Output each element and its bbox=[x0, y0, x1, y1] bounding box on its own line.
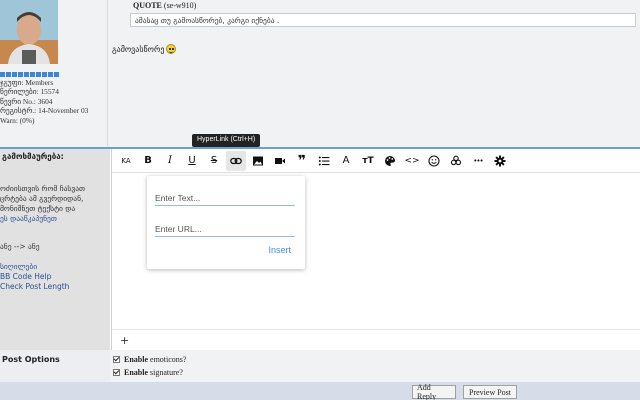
insert-link-button[interactable]: Insert bbox=[268, 245, 291, 255]
link-text-input[interactable] bbox=[155, 190, 295, 206]
help-line-link[interactable]: ეს დააწკაპუნეთ bbox=[0, 214, 108, 224]
editor-toolbar: KA B I U S ❞ A тT <> ••• bbox=[112, 149, 640, 173]
hyperlink-button[interactable] bbox=[226, 150, 246, 171]
preview-post-button[interactable]: Preview Post bbox=[463, 385, 517, 399]
video-button[interactable] bbox=[270, 151, 290, 171]
palette-icon bbox=[385, 155, 395, 166]
quote-author: (se-w910) bbox=[163, 1, 197, 10]
post-options-label: Post Options bbox=[2, 355, 60, 364]
emoticons-bold-label: Enable bbox=[124, 355, 149, 364]
user-member-no: წევრი No.: 3604 bbox=[0, 96, 53, 106]
add-attachment-button[interactable]: + bbox=[120, 334, 129, 347]
smilies-link[interactable]: სიღილები bbox=[0, 262, 108, 272]
color-button[interactable] bbox=[380, 151, 400, 171]
help-line-arrow: ანე --> ანე bbox=[0, 242, 40, 251]
check-post-length-link[interactable]: Check Post Length bbox=[0, 282, 108, 292]
spoiler-button[interactable] bbox=[446, 151, 466, 171]
image-button[interactable] bbox=[248, 151, 268, 171]
rank-stars bbox=[0, 72, 106, 77]
quote-label: QUOTE bbox=[133, 1, 162, 10]
post-options-panel: Enable emoticons? Enable signature? bbox=[110, 350, 640, 382]
add-reply-button[interactable]: Add Reply bbox=[412, 383, 456, 400]
signature-bold-label: Enable bbox=[124, 368, 149, 377]
bold-button[interactable]: B bbox=[138, 151, 158, 171]
user-posts: წერილები: 15574 bbox=[0, 87, 59, 97]
more-button[interactable]: ••• bbox=[468, 151, 488, 171]
form-sidebar: გამოხმაურება: ოძიისთვის რომ ჩასვათ ცრტებ… bbox=[0, 149, 110, 350]
emoji-icon bbox=[428, 154, 440, 167]
quote-box: ამასაც თუ გამოასწორებ, კარგი იქნება . bbox=[130, 13, 636, 27]
text-size-button[interactable]: тT bbox=[358, 151, 378, 171]
code-button[interactable]: <> bbox=[402, 151, 422, 171]
font-size-button[interactable]: KA bbox=[116, 151, 136, 171]
post-options-label-cell: Post Options bbox=[0, 350, 110, 382]
help-line: მონიშნეთ ტექსტი და bbox=[0, 204, 76, 213]
avatar bbox=[0, 0, 58, 64]
user-joined: რეგისტრ.: 14-November 03 bbox=[0, 106, 89, 116]
form-actions-bar bbox=[0, 382, 640, 400]
image-icon bbox=[253, 156, 263, 165]
link-icon bbox=[230, 157, 242, 164]
post-text: გამოვასწორე bbox=[112, 44, 177, 54]
bbcode-help-link[interactable]: BB Code Help bbox=[0, 272, 108, 282]
biohazard-icon bbox=[450, 155, 462, 165]
strikethrough-button[interactable]: S bbox=[204, 151, 224, 171]
emoticons-label: emoticons? bbox=[150, 355, 187, 364]
signature-label: signature? bbox=[150, 368, 183, 377]
enable-emoticons-checkbox[interactable] bbox=[113, 356, 120, 363]
insert-link-popup: Insert bbox=[147, 176, 305, 269]
quote-button[interactable]: ❞ bbox=[292, 151, 312, 171]
gear-icon bbox=[494, 155, 506, 166]
message-label: გამოხმაურება: bbox=[2, 152, 64, 161]
enable-emoticons-option[interactable]: Enable emoticons? bbox=[113, 355, 186, 364]
help-line: ოძიისთვის რომ ჩასვათ bbox=[0, 184, 86, 193]
emoji-button[interactable] bbox=[424, 151, 444, 171]
link-url-input[interactable] bbox=[155, 221, 295, 237]
list-button[interactable] bbox=[314, 151, 334, 171]
quote-header: QUOTE (se-w910) bbox=[133, 1, 196, 10]
enable-signature-option[interactable]: Enable signature? bbox=[113, 368, 183, 377]
settings-button[interactable] bbox=[490, 151, 510, 171]
user-warn[interactable]: Warn: (0%) bbox=[0, 116, 106, 125]
editor-bottom-divider bbox=[112, 329, 640, 330]
font-button[interactable]: A bbox=[336, 151, 356, 171]
italic-button[interactable]: I bbox=[160, 151, 180, 171]
post-text-content: გამოვასწორე bbox=[112, 44, 165, 54]
help-text: ოძიისთვის რომ ჩასვათ ცრტება ამ გვერდიდან… bbox=[0, 184, 108, 292]
underline-button[interactable]: U bbox=[182, 151, 202, 171]
video-icon bbox=[275, 157, 285, 164]
enable-signature-checkbox[interactable] bbox=[113, 369, 120, 376]
user-group: ჯგუფი: Members bbox=[0, 78, 54, 87]
list-icon bbox=[318, 156, 330, 165]
smiley-icon bbox=[166, 44, 177, 54]
user-info: ჯგუფი: Members წერილები: 15574 წევრი No.… bbox=[0, 72, 106, 125]
hyperlink-tooltip: HyperLink (Ctrl+H) bbox=[192, 134, 261, 151]
help-line: ცრტება ამ გვერდიდან, bbox=[0, 194, 84, 203]
